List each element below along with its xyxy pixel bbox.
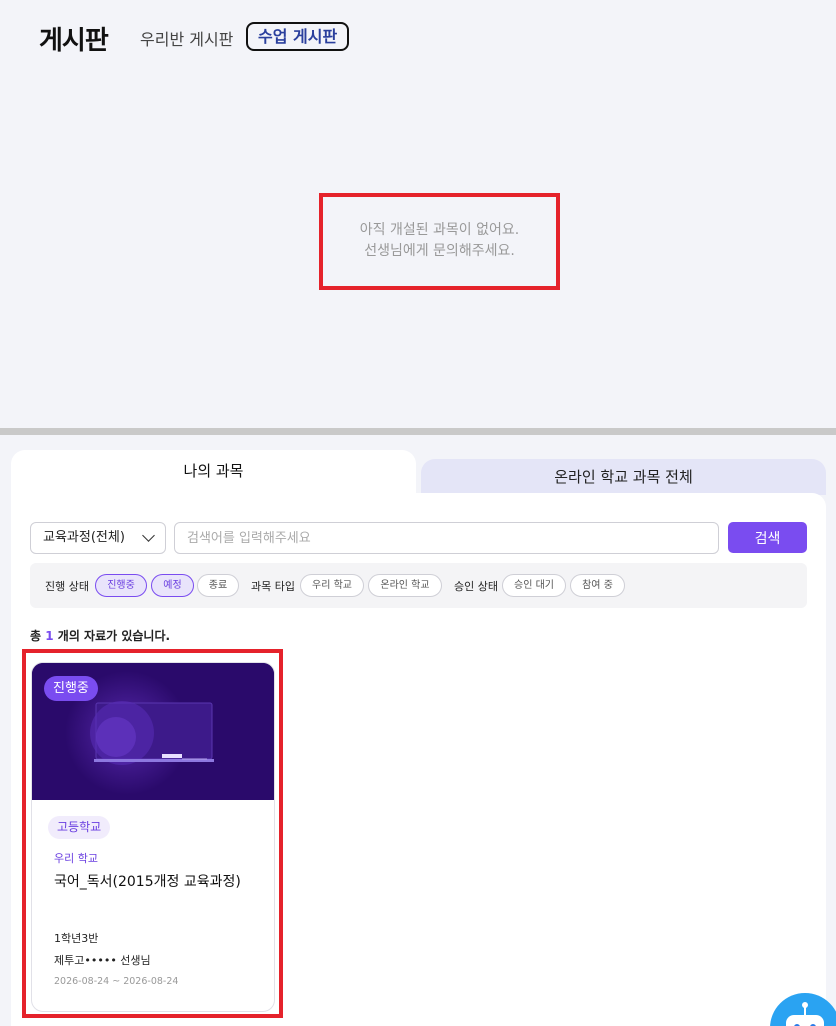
result-count-number: 1 <box>45 629 54 643</box>
search-button[interactable]: 검색 <box>728 522 807 553</box>
course-dates: 2026-08-24 ~ 2026-08-24 <box>54 976 179 987</box>
result-count-suffix: 개의 자료가 있습니다. <box>57 629 171 643</box>
filter-label-approval: 승인 상태 <box>454 580 498 593</box>
filter-label-type: 과목 타입 <box>251 580 295 593</box>
board-section: 게시판 우리반 게시판 수업 게시판 아직 개설된 과목이 없어요. 선생님에게… <box>0 0 836 428</box>
chip-participating[interactable]: 참여 중 <box>570 574 625 597</box>
page-title: 게시판 <box>39 26 109 56</box>
class-name: 1학년3반 <box>54 932 99 945</box>
section-divider <box>0 428 836 435</box>
chevron-down-icon <box>142 529 155 542</box>
filter-bar: 진행 상태 진행중 예정 종료 과목 타입 우리 학교 온라인 학교 승인 상태… <box>30 563 807 608</box>
chip-ended[interactable]: 종료 <box>197 574 239 597</box>
curriculum-select[interactable]: 교육과정(전체) <box>30 522 166 554</box>
tab-all-online-courses[interactable]: 온라인 학교 과목 전체 <box>421 459 826 495</box>
course-title: 국어_독서(2015개정 교육과정) <box>54 874 241 890</box>
chip-our-school[interactable]: 우리 학교 <box>300 574 364 597</box>
curriculum-select-value: 교육과정(전체) <box>43 530 125 545</box>
chip-online-school[interactable]: 온라인 학교 <box>368 574 442 597</box>
empty-message-line-2: 선생님에게 문의해주세요. <box>364 243 515 259</box>
chip-pending-approval[interactable]: 승인 대기 <box>502 574 566 597</box>
search-input[interactable] <box>174 522 719 554</box>
robot-icon <box>786 1002 824 1026</box>
status-badge: 진행중 <box>44 676 98 701</box>
teacher-name: 제투고••••• 선생님 <box>54 954 151 967</box>
chip-in-progress[interactable]: 진행중 <box>95 574 147 597</box>
tab-my-courses[interactable]: 나의 과목 <box>11 450 416 510</box>
chatbot-icon[interactable] <box>770 993 836 1026</box>
empty-message-line-1: 아직 개설된 과목이 없어요. <box>359 222 520 238</box>
course-card[interactable]: 진행중 고등학교 우리 학교 국어_독서(2015개정 교육과정) 1학년3반 … <box>31 662 275 1012</box>
result-count: 총 1 개의 자료가 있습니다. <box>30 627 170 644</box>
result-count-prefix: 총 <box>30 629 42 643</box>
grade-badge: 고등학교 <box>48 816 111 839</box>
course-thumbnail: 진행중 <box>32 663 274 800</box>
filter-label-progress: 진행 상태 <box>45 580 89 593</box>
empty-message-box: 아직 개설된 과목이 없어요. 선생님에게 문의해주세요. <box>319 193 560 290</box>
tab-class-board[interactable]: 우리반 게시판 <box>140 26 233 50</box>
school-type: 우리 학교 <box>54 852 98 865</box>
tab-lesson-board[interactable]: 수업 게시판 <box>246 22 350 51</box>
chip-scheduled[interactable]: 예정 <box>151 574 194 597</box>
